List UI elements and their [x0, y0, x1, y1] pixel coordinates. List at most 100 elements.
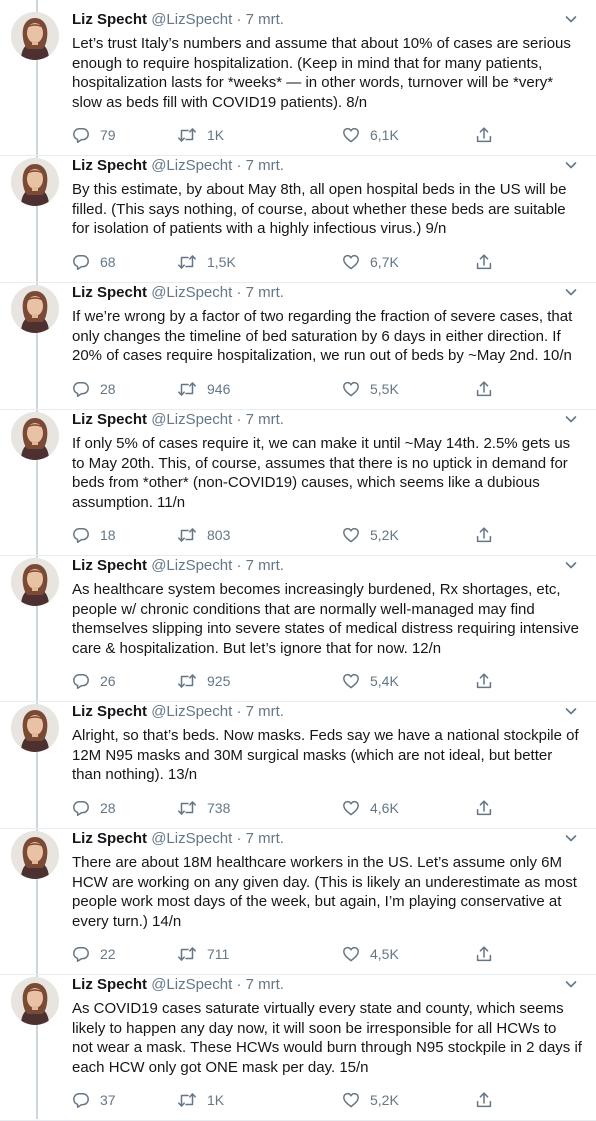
date-separator: ·: [236, 830, 242, 847]
chevron-down-icon[interactable]: [563, 830, 579, 846]
retweet-icon: [177, 799, 197, 817]
tweet[interactable]: Liz Specht @LizSpecht · 7 mrt. If only 5…: [0, 400, 596, 556]
reply-button[interactable]: 37: [72, 1089, 116, 1111]
avatar[interactable]: [11, 158, 59, 206]
date-separator: ·: [236, 703, 242, 720]
chevron-down-icon[interactable]: [563, 11, 579, 27]
author-name[interactable]: Liz Specht: [72, 830, 147, 847]
chevron-down-icon[interactable]: [563, 703, 579, 719]
tweet[interactable]: Liz Specht @LizSpecht · 7 mrt. If we’re …: [0, 273, 596, 410]
retweet-button[interactable]: 1K: [177, 1089, 224, 1111]
author-handle[interactable]: @LizSpecht: [151, 284, 232, 301]
like-button[interactable]: 4,5K: [342, 943, 399, 965]
share-button[interactable]: [475, 524, 493, 546]
tweet-date[interactable]: 7 mrt.: [246, 284, 284, 301]
like-button[interactable]: 5,2K: [342, 524, 399, 546]
author-name[interactable]: Liz Specht: [72, 703, 147, 720]
avatar[interactable]: [11, 558, 59, 606]
reply-button[interactable]: 79: [72, 124, 116, 146]
share-button[interactable]: [475, 670, 493, 692]
tweet-actions: 28 946 5,5K: [72, 378, 502, 400]
tweet-date[interactable]: 7 mrt.: [246, 411, 284, 428]
like-button[interactable]: 6,1K: [342, 124, 399, 146]
chevron-down-icon[interactable]: [563, 557, 579, 573]
like-icon: [342, 672, 360, 690]
like-button[interactable]: 4,6K: [342, 797, 399, 819]
like-button[interactable]: 5,2K: [342, 1089, 399, 1111]
retweet-button[interactable]: 803: [177, 524, 230, 546]
tweet-date[interactable]: 7 mrt.: [246, 976, 284, 993]
tweet-date[interactable]: 7 mrt.: [246, 703, 284, 720]
chevron-down-icon[interactable]: [563, 411, 579, 427]
avatar[interactable]: [11, 704, 59, 752]
avatar[interactable]: [11, 412, 59, 460]
tweet-actions: 18 803 5,2K: [72, 524, 502, 546]
chevron-down-icon[interactable]: [563, 157, 579, 173]
share-button[interactable]: [475, 1089, 493, 1111]
like-button[interactable]: 5,4K: [342, 670, 399, 692]
tweet-date[interactable]: 7 mrt.: [246, 830, 284, 847]
author-handle[interactable]: @LizSpecht: [151, 11, 232, 28]
avatar[interactable]: [11, 831, 59, 879]
reply-icon: [72, 799, 90, 817]
date-separator: ·: [236, 284, 242, 301]
author-handle[interactable]: @LizSpecht: [151, 557, 232, 574]
tweet-date[interactable]: 7 mrt.: [246, 157, 284, 174]
reply-button[interactable]: 28: [72, 797, 116, 819]
avatar[interactable]: [11, 977, 59, 1025]
retweet-button[interactable]: 1K: [177, 124, 224, 146]
author-name[interactable]: Liz Specht: [72, 284, 147, 301]
tweet-date[interactable]: 7 mrt.: [246, 557, 284, 574]
tweet-text: As healthcare system becomes increasingl…: [72, 581, 579, 657]
avatar[interactable]: [11, 12, 59, 60]
reply-count: 79: [100, 127, 116, 143]
retweet-button[interactable]: 1,5K: [177, 251, 236, 273]
author-handle[interactable]: @LizSpecht: [151, 411, 232, 428]
like-icon: [342, 126, 360, 144]
tweet[interactable]: Liz Specht @LizSpecht · 7 mrt. There are…: [0, 819, 596, 975]
share-icon: [475, 126, 493, 144]
reply-button[interactable]: 26: [72, 670, 116, 692]
tweet[interactable]: Liz Specht @LizSpecht · 7 mrt. Let’s tru…: [0, 0, 596, 156]
tweet-date[interactable]: 7 mrt.: [246, 11, 284, 28]
tweet-actions: 26 925 5,4K: [72, 670, 502, 692]
share-button[interactable]: [475, 943, 493, 965]
retweet-icon: [177, 380, 197, 398]
retweet-button[interactable]: 738: [177, 797, 230, 819]
like-count: 5,2K: [370, 1092, 399, 1108]
retweet-button[interactable]: 925: [177, 670, 230, 692]
chevron-down-icon[interactable]: [563, 284, 579, 300]
author-handle[interactable]: @LizSpecht: [151, 157, 232, 174]
retweet-button[interactable]: 711: [177, 943, 229, 965]
retweet-count: 925: [207, 673, 231, 689]
like-icon: [342, 253, 360, 271]
author-name[interactable]: Liz Specht: [72, 11, 147, 28]
author-handle[interactable]: @LizSpecht: [151, 830, 232, 847]
author-handle[interactable]: @LizSpecht: [151, 703, 232, 720]
share-button[interactable]: [475, 251, 493, 273]
author-name[interactable]: Liz Specht: [72, 976, 147, 993]
author-name[interactable]: Liz Specht: [72, 557, 147, 574]
like-button[interactable]: 5,5K: [342, 378, 399, 400]
avatar[interactable]: [11, 285, 59, 333]
tweet[interactable]: Liz Specht @LizSpecht · 7 mrt. Alright, …: [0, 692, 596, 829]
tweet[interactable]: Liz Specht @LizSpecht · 7 mrt. As health…: [0, 546, 596, 702]
retweet-icon: [177, 672, 197, 690]
tweet-header: Liz Specht @LizSpecht · 7 mrt.: [72, 10, 566, 30]
author-name[interactable]: Liz Specht: [72, 157, 147, 174]
tweet[interactable]: Liz Specht @LizSpecht · 7 mrt. As COVID1…: [0, 965, 596, 1121]
tweet[interactable]: Liz Specht @LizSpecht · 7 mrt. By this e…: [0, 146, 596, 283]
reply-button[interactable]: 22: [72, 943, 116, 965]
share-button[interactable]: [475, 797, 493, 819]
reply-button[interactable]: 18: [72, 524, 116, 546]
retweet-button[interactable]: 946: [177, 378, 230, 400]
chevron-down-icon[interactable]: [563, 976, 579, 992]
share-button[interactable]: [475, 124, 493, 146]
reply-button[interactable]: 28: [72, 378, 116, 400]
reply-button[interactable]: 68: [72, 251, 116, 273]
like-button[interactable]: 6,7K: [342, 251, 399, 273]
author-name[interactable]: Liz Specht: [72, 411, 147, 428]
share-button[interactable]: [475, 378, 493, 400]
date-separator: ·: [236, 11, 242, 28]
author-handle[interactable]: @LizSpecht: [151, 976, 232, 993]
